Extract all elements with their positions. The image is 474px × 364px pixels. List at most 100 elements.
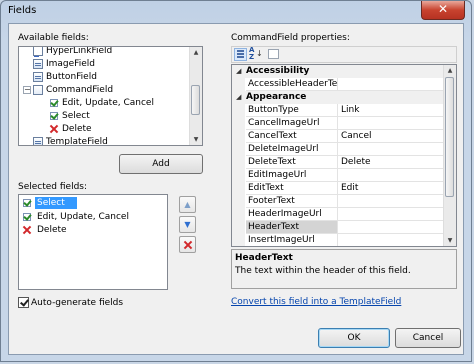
property-grid[interactable]: ◢ Accessibility AccessibleHeaderText ◢ A…: [231, 64, 457, 247]
property-name: AccessibleHeaderText: [246, 78, 338, 91]
category-accessibility[interactable]: ◢ Accessibility: [232, 65, 456, 78]
scroll-thumb[interactable]: [191, 85, 200, 115]
move-up-button[interactable]: ▲: [179, 196, 196, 213]
list-item-label: Select: [35, 197, 77, 209]
scroll-up-icon[interactable]: ▲: [444, 65, 456, 76]
property-name: FooterText: [246, 195, 338, 208]
category-label: Appearance: [246, 92, 307, 102]
property-row[interactable]: CancelText Cancel: [232, 130, 456, 143]
property-pages-icon[interactable]: [268, 49, 279, 59]
template-field-icon: [33, 137, 43, 145]
tree-item-label: CommandField: [46, 85, 114, 95]
property-row[interactable]: EditImageUrl: [232, 169, 456, 182]
selected-fields-label: Selected fields:: [18, 182, 88, 192]
category-appearance[interactable]: ◢ Appearance: [232, 91, 456, 104]
move-down-button[interactable]: ▼: [179, 216, 196, 233]
scroll-up-icon[interactable]: ▲: [190, 47, 202, 58]
scroll-thumb[interactable]: [445, 77, 454, 197]
property-name: CancelImageUrl: [246, 117, 338, 130]
property-name: DeleteImageUrl: [246, 143, 338, 156]
property-row[interactable]: DeleteImageUrl: [232, 143, 456, 156]
description-title: HeaderText: [235, 253, 293, 263]
property-value[interactable]: [338, 169, 444, 182]
property-name: HeaderText: [246, 221, 338, 234]
ok-button[interactable]: OK: [318, 328, 390, 348]
tree-item-label: Edit, Update, Cancel: [62, 98, 154, 108]
available-fields-scrollbar[interactable]: ▲ ▼: [189, 47, 202, 145]
property-description-panel: HeaderText The text within the header of…: [231, 249, 457, 289]
fields-dialog: Fields ✕ Available fields: HyperLinkFiel…: [0, 0, 472, 362]
properties-label: CommandField properties:: [231, 33, 350, 43]
delete-icon: [183, 240, 193, 250]
tree-item-label: Select: [62, 111, 90, 121]
properties-toolbar: AZ ↓: [231, 46, 457, 63]
property-row[interactable]: ButtonType Link: [232, 104, 456, 117]
property-row-selected[interactable]: HeaderText: [232, 221, 456, 234]
command-field-icon: [33, 85, 43, 95]
property-name: EditText: [246, 182, 338, 195]
collapse-triangle-icon[interactable]: ◢: [236, 93, 241, 101]
tree-item-label: Delete: [62, 124, 92, 134]
property-name: EditImageUrl: [246, 169, 338, 182]
collapse-triangle-icon[interactable]: ◢: [236, 67, 241, 75]
selected-fields-list[interactable]: Select Edit, Update, Cancel Delete: [18, 194, 168, 290]
property-value[interactable]: [338, 208, 444, 221]
image-field-icon: [33, 59, 43, 69]
property-value[interactable]: Delete: [338, 156, 444, 169]
property-value[interactable]: [338, 221, 444, 234]
list-item-select[interactable]: Select: [21, 197, 77, 209]
property-name: HeaderImageUrl: [246, 208, 338, 221]
cancel-button[interactable]: Cancel: [395, 328, 461, 348]
property-row[interactable]: FooterText: [232, 195, 456, 208]
checkmark-icon: [20, 297, 29, 307]
add-button[interactable]: Add: [119, 154, 203, 174]
dialog-client-area: Available fields: HyperLinkField ImageFi…: [8, 23, 464, 355]
available-fields-tree[interactable]: HyperLinkField ImageField ButtonField − …: [18, 46, 203, 146]
property-grid-scrollbar[interactable]: ▲ ▼: [443, 65, 456, 246]
available-fields-label: Available fields:: [18, 33, 89, 43]
tree-item-label: HyperLinkField: [46, 46, 113, 56]
property-row[interactable]: EditText Edit: [232, 182, 456, 195]
categorized-icon[interactable]: [234, 48, 247, 61]
property-row[interactable]: InsertImageUrl: [232, 234, 456, 246]
convert-to-templatefield-link[interactable]: Convert this field into a TemplateField: [231, 297, 401, 307]
autogen-label: Auto-generate fields: [31, 298, 124, 308]
check-icon: [22, 198, 32, 208]
property-name: CancelText: [246, 130, 338, 143]
collapse-icon[interactable]: −: [23, 86, 31, 94]
autogen-checkbox[interactable]: [18, 297, 29, 308]
button-field-icon: [33, 72, 43, 82]
arrow-down-icon: ▼: [184, 220, 191, 229]
property-value[interactable]: Cancel: [338, 130, 444, 143]
arrow-up-icon: ▲: [184, 200, 191, 209]
alphabetical-icon[interactable]: AZ ↓: [249, 47, 263, 61]
property-value[interactable]: [338, 143, 444, 156]
scroll-down-icon[interactable]: ▼: [444, 235, 456, 246]
scroll-down-icon[interactable]: ▼: [190, 134, 202, 145]
list-item-label: Delete: [37, 225, 67, 235]
property-row[interactable]: CancelImageUrl: [232, 117, 456, 130]
property-row[interactable]: DeleteText Delete: [232, 156, 456, 169]
property-row[interactable]: AccessibleHeaderText: [232, 78, 456, 91]
delete-icon: [22, 225, 32, 235]
property-value[interactable]: [338, 234, 444, 246]
property-name: DeleteText: [246, 156, 338, 169]
tree-item-label: ImageField: [46, 59, 95, 69]
property-value[interactable]: Link: [338, 104, 444, 117]
window-title: Fields: [8, 5, 37, 16]
delete-icon: [49, 124, 59, 134]
tree-item-label: TemplateField: [46, 137, 108, 146]
remove-button[interactable]: [179, 236, 196, 253]
check-icon: [49, 98, 59, 108]
property-name: ButtonType: [246, 104, 338, 117]
list-item-label: Edit, Update, Cancel: [37, 212, 129, 222]
property-value[interactable]: Edit: [338, 182, 444, 195]
property-value[interactable]: [338, 117, 444, 130]
tree-item-label: ButtonField: [46, 72, 97, 82]
property-value[interactable]: [338, 78, 444, 91]
close-button[interactable]: ✕: [421, 1, 465, 20]
category-label: Accessibility: [246, 66, 310, 76]
property-row[interactable]: HeaderImageUrl: [232, 208, 456, 221]
property-value[interactable]: [338, 195, 444, 208]
check-icon: [49, 111, 59, 121]
